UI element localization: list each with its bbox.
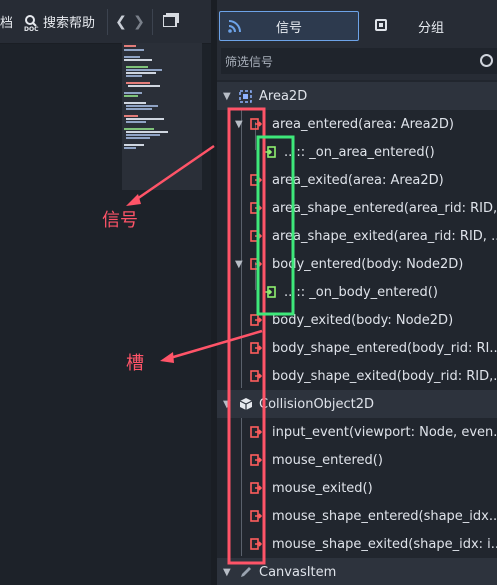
signal-icon <box>250 538 263 550</box>
tab-groups-label: 分组 <box>417 20 444 36</box>
tab-signals[interactable]: 信号 <box>219 11 359 41</box>
signal-label: mouse_entered() <box>272 452 383 468</box>
signal-label: body_entered(body: Node2D) <box>272 256 464 272</box>
signal-icon <box>250 342 263 354</box>
signal-row[interactable]: area_exited(area: Area2D) <box>217 166 497 194</box>
collapse-arrow-icon[interactable]: ▼ <box>223 399 231 410</box>
signal-label: area_entered(area: Area2D) <box>272 116 454 132</box>
signal-row[interactable]: body_shape_entered(body_rid: RI... <box>217 334 497 362</box>
group-row-area2d[interactable]: ▼ Area2D <box>217 82 497 110</box>
history-back-button[interactable]: ❮ <box>112 14 130 30</box>
signal-icon <box>250 202 263 214</box>
connection-label: .. :: _on_area_entered() <box>284 144 435 160</box>
signal-row[interactable]: ▼ body_entered(body: Node2D) <box>217 250 497 278</box>
toolbar-divider <box>107 8 109 35</box>
script-editor-pane: 档 DOC 搜索帮助 ❮ ❯ <box>0 0 211 585</box>
collapse-arrow-icon[interactable]: ▼ <box>223 91 231 102</box>
group-label: CanvasItem <box>259 564 337 580</box>
signal-label: body_exited(body: Node2D) <box>272 312 454 328</box>
signal-filter-input[interactable]: 筛选信号 <box>221 48 497 74</box>
signal-icon <box>250 454 263 466</box>
signal-label: mouse_shape_entered(shape_idx... <box>272 508 497 524</box>
signal-label: area_shape_exited(area_rid: RID, ... <box>272 228 497 244</box>
search-help-button[interactable]: DOC 搜索帮助 <box>23 0 95 43</box>
online-docs-label: 档 <box>0 16 14 31</box>
collapse-arrow-icon[interactable]: ▼ <box>223 567 231 578</box>
dock-tabbar: 信号 分组 <box>217 8 497 44</box>
signal-row[interactable]: mouse_shape_entered(shape_idx... <box>217 502 497 530</box>
signal-row[interactable]: ▼ area_entered(area: Area2D) <box>217 110 497 138</box>
search-help-label: 搜索帮助 <box>43 16 96 31</box>
signal-label: mouse_exited() <box>272 480 373 496</box>
group-label: Area2D <box>259 88 308 104</box>
signal-row[interactable]: body_shape_exited(body_rid: RID,... <box>217 362 497 390</box>
node-dock: 信号 分组 筛选信号 ▼ Area2D ▼ area_entered(area:… <box>217 0 497 585</box>
signal-label: mouse_shape_exited(shape_idx: i... <box>272 536 497 552</box>
signal-row[interactable]: input_event(viewport: Node, even... <box>217 418 497 446</box>
connection-row[interactable]: .. :: _on_area_entered() <box>217 138 497 166</box>
signal-label: body_shape_exited(body_rid: RID,... <box>272 368 497 384</box>
doc-search-icon: DOC <box>23 14 39 33</box>
cube-icon <box>239 397 253 415</box>
signal-icon <box>250 370 263 382</box>
area2d-icon <box>239 90 252 107</box>
tab-signals-label: 信号 <box>275 20 302 36</box>
tab-groups[interactable]: 分组 <box>365 11 497 41</box>
slot-icon <box>264 286 276 298</box>
online-docs-button[interactable]: 档 <box>0 0 13 43</box>
history-forward-button[interactable]: ❯ <box>130 14 148 30</box>
editor-toolbar: 档 DOC 搜索帮助 ❮ ❯ <box>0 0 211 44</box>
signal-icon <box>250 230 263 242</box>
toggle-scripts-panel-icon[interactable] <box>162 12 180 31</box>
filter-placeholder: 筛选信号 <box>225 54 274 69</box>
connection-row[interactable]: .. :: _on_body_entered() <box>217 278 497 306</box>
signal-label: body_shape_entered(body_rid: RI... <box>272 340 497 356</box>
signal-icon <box>250 426 263 438</box>
signal-icon <box>250 174 263 186</box>
signal-icon <box>250 314 263 326</box>
signal-annotation-label: 信号 <box>102 210 138 231</box>
slot-annotation-label: 槽 <box>126 353 144 374</box>
group-row-canvasitem[interactable]: ▼ CanvasItem <box>217 558 497 585</box>
signal-icon <box>250 118 263 130</box>
signal-row[interactable]: body_exited(body: Node2D) <box>217 306 497 334</box>
signal-icon <box>250 258 263 270</box>
signal-icon <box>250 510 263 522</box>
signal-label: area_shape_entered(area_rid: RID,... <box>272 200 497 216</box>
toolbar-divider <box>152 8 154 35</box>
signal-row[interactable]: mouse_shape_exited(shape_idx: i... <box>217 530 497 558</box>
collapse-arrow-icon[interactable]: ▼ <box>235 259 243 270</box>
signal-row[interactable]: area_shape_exited(area_rid: RID, ... <box>217 222 497 250</box>
signal-row[interactable]: mouse_entered() <box>217 446 497 474</box>
slot-icon <box>264 146 276 158</box>
collapse-arrow-icon[interactable]: ▼ <box>235 119 243 130</box>
pencil-icon <box>239 565 253 583</box>
connection-label: .. :: _on_body_entered() <box>284 284 438 300</box>
signal-tree: ▼ Area2D ▼ area_entered(area: Area2D) ..… <box>217 80 497 585</box>
signal-icon <box>250 482 263 494</box>
signal-label: input_event(viewport: Node, even... <box>272 424 497 440</box>
code-minimap[interactable] <box>122 43 202 190</box>
group-label: CollisionObject2D <box>259 396 375 412</box>
svg-text:DOC: DOC <box>24 26 39 32</box>
group-row-collisionobject2d[interactable]: ▼ CollisionObject2D <box>217 390 497 418</box>
search-icon <box>480 54 493 67</box>
signal-row[interactable]: mouse_exited() <box>217 474 497 502</box>
signal-row[interactable]: area_shape_entered(area_rid: RID,... <box>217 194 497 222</box>
signal-label: area_exited(area: Area2D) <box>272 172 444 188</box>
